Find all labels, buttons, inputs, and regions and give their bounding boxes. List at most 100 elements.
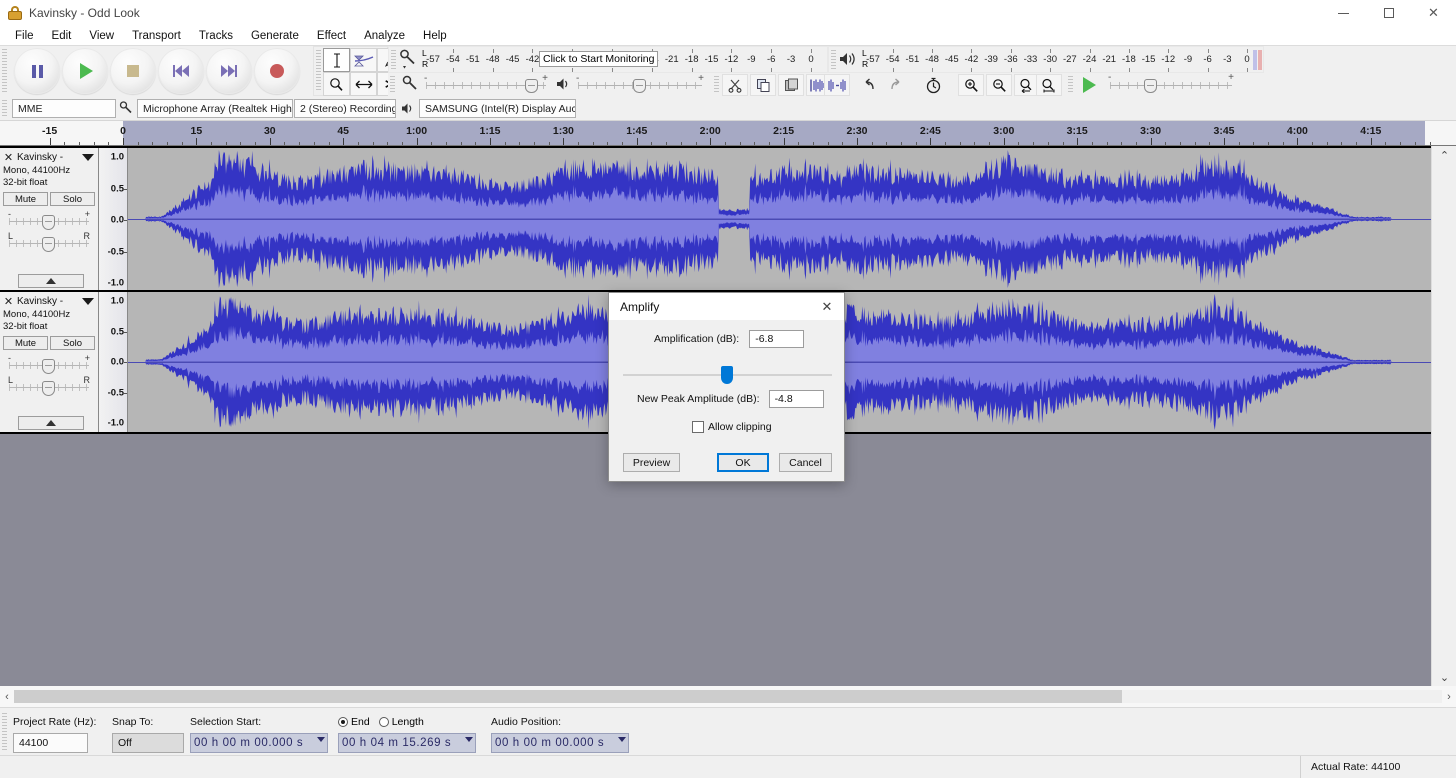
cancel-button[interactable]: Cancel (779, 453, 832, 472)
speed-thumb[interactable] (1144, 79, 1157, 93)
vertical-ruler[interactable]: 1.0 0.5 0.0 -0.5 -1.0 (99, 292, 128, 432)
paste-button[interactable] (778, 74, 804, 96)
amplification-slider[interactable] (623, 366, 832, 384)
gain-slider[interactable]: - + (3, 209, 95, 231)
play-button[interactable] (62, 48, 108, 94)
collapse-track-button[interactable] (18, 274, 84, 288)
hscroll-thumb[interactable] (14, 690, 1122, 703)
copy-button[interactable] (750, 74, 776, 96)
collapse-track-button[interactable] (18, 416, 84, 430)
waveform-display[interactable] (128, 148, 1431, 290)
timer-record-button[interactable] (920, 74, 946, 96)
start-monitoring-tooltip[interactable]: Click to Start Monitoring (539, 51, 659, 67)
menu-generate[interactable]: Generate (242, 28, 308, 44)
close-track-icon[interactable]: ✕ (2, 295, 15, 308)
audio-position-spinner[interactable] (618, 737, 626, 742)
pan-thumb[interactable] (42, 237, 55, 252)
gain-thumb[interactable] (42, 215, 55, 230)
cut-button[interactable] (722, 74, 748, 96)
length-radio[interactable] (378, 717, 389, 727)
pan-slider[interactable]: L R (3, 231, 95, 253)
track-title[interactable]: Kavinsky - (15, 152, 82, 163)
menu-analyze[interactable]: Analyze (355, 28, 414, 44)
audio-host-select[interactable]: MME (12, 99, 116, 118)
scroll-right-icon[interactable]: › (1442, 686, 1456, 707)
zoom-tool[interactable] (323, 72, 350, 96)
zoom-in-button[interactable] (958, 74, 984, 96)
selection-end-spinner[interactable] (465, 737, 473, 742)
time-shift-tool[interactable] (350, 72, 377, 96)
ok-button[interactable]: OK (717, 453, 769, 472)
play-meter-grip[interactable] (831, 50, 836, 69)
track-row[interactable]: ✕ Kavinsky - Mono, 44100Hz 32-bit float … (0, 146, 1431, 292)
allow-clipping-checkbox[interactable] (692, 421, 704, 433)
mixer-grip[interactable] (390, 76, 395, 94)
preview-button[interactable]: Preview (623, 453, 680, 472)
vertical-scrollbar[interactable]: ⌃ ⌄ (1431, 146, 1456, 686)
redo-button[interactable] (884, 74, 910, 96)
amplify-dialog[interactable]: Amplify ✕ Amplification (dB): -6.8 New P… (608, 292, 845, 482)
recording-channels-select[interactable]: 2 (Stereo) Recording (294, 99, 396, 118)
skip-to-start-button[interactable] (158, 48, 204, 94)
recording-device-select[interactable]: Microphone Array (Realtek High (137, 99, 293, 118)
menu-edit[interactable]: Edit (43, 28, 81, 44)
close-icon[interactable]: ✕ (1411, 0, 1456, 26)
undo-button[interactable] (854, 74, 880, 96)
amplification-input[interactable]: -6.8 (749, 330, 805, 348)
record-button[interactable] (254, 48, 300, 94)
menu-effect[interactable]: Effect (308, 28, 355, 44)
track-menu-chevron-down-icon[interactable] (82, 297, 94, 305)
skip-to-end-button[interactable] (206, 48, 252, 94)
scroll-up-icon[interactable]: ⌃ (1432, 146, 1456, 164)
recording-volume-slider[interactable]: - + (424, 73, 548, 96)
allow-clipping-row[interactable]: Allow clipping (692, 421, 772, 433)
horizontal-scrollbar[interactable]: ‹ › (0, 686, 1456, 707)
menu-tracks[interactable]: Tracks (190, 28, 242, 44)
close-track-icon[interactable]: ✕ (2, 151, 15, 164)
project-rate-select[interactable]: 44100 (13, 733, 88, 753)
pause-button[interactable] (14, 48, 60, 94)
solo-button[interactable]: Solo (50, 192, 95, 206)
gain-slider[interactable]: - + (3, 353, 95, 375)
playback-device-select[interactable]: SAMSUNG (Intel(R) Display Auc (419, 99, 576, 118)
play-at-speed-button[interactable] (1076, 74, 1102, 96)
scroll-left-icon[interactable]: ‹ (0, 686, 14, 707)
pan-thumb[interactable] (42, 381, 55, 396)
playback-meter-toolbar[interactable]: L R -57 -54 -51 -48 -45 -42 -39 -36 -33 -30 -27 -24… (828, 46, 1264, 73)
menu-file[interactable]: File (6, 28, 43, 44)
gain-thumb[interactable] (42, 359, 55, 374)
menu-help[interactable]: Help (414, 28, 456, 44)
mute-button[interactable]: Mute (3, 336, 48, 350)
scroll-down-icon[interactable]: ⌄ (1432, 668, 1456, 686)
timeline-ruler[interactable]: -15 0 15 30 45 1:00 1:15 1:30 1:45 2:00 2:15 2:30 2:… (0, 121, 1456, 146)
zoom-out-button[interactable] (986, 74, 1012, 96)
menu-view[interactable]: View (80, 28, 123, 44)
device-grip[interactable] (2, 100, 7, 116)
silence-audio-button[interactable] (824, 74, 850, 96)
amplification-slider-thumb[interactable] (721, 366, 733, 384)
transport-grip[interactable] (2, 49, 7, 94)
solo-button[interactable]: Solo (50, 336, 95, 350)
vertical-ruler[interactable]: 1.0 0.5 0.0 -0.5 -1.0 (99, 148, 128, 290)
playatspeed-grip[interactable] (1068, 76, 1073, 94)
playback-volume-slider[interactable]: - + (576, 73, 704, 96)
new-peak-input[interactable]: -4.8 (768, 390, 824, 408)
envelope-tool[interactable] (350, 48, 377, 72)
track-control-panel[interactable]: ✕ Kavinsky - Mono, 44100Hz 32-bit float … (0, 148, 99, 290)
fit-project-button[interactable] (1036, 74, 1062, 96)
record-meter-grip[interactable] (391, 50, 396, 69)
recording-meter-toolbar[interactable]: L R -57-54-51-48-45-42-39-36-33-30-27-24… (388, 46, 828, 73)
minimize-icon[interactable] (1321, 0, 1366, 26)
selection-grip[interactable] (2, 713, 7, 751)
dialog-close-icon[interactable]: ✕ (810, 293, 844, 320)
menu-transport[interactable]: Transport (123, 28, 190, 44)
track-control-panel[interactable]: ✕ Kavinsky - Mono, 44100Hz 32-bit float … (0, 292, 99, 432)
tools-grip[interactable] (316, 50, 321, 92)
audio-position-field[interactable]: 00 h 00 m 00.000 s (491, 733, 629, 753)
play-vol-thumb[interactable] (633, 79, 646, 93)
selection-start-spinner[interactable] (317, 737, 325, 742)
end-radio[interactable] (338, 717, 348, 727)
hscroll-track[interactable] (14, 690, 1442, 703)
pan-slider[interactable]: L R (3, 375, 95, 397)
track-menu-chevron-down-icon[interactable] (82, 153, 94, 161)
